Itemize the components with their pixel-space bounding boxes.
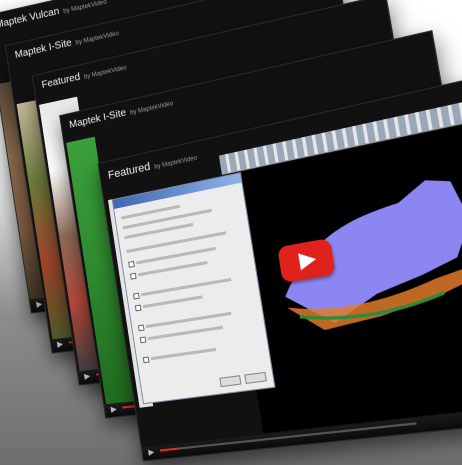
play-icon[interactable] [56,341,64,348]
play-icon[interactable] [36,301,43,308]
play-icon[interactable] [83,373,91,380]
play-icon[interactable] [110,406,118,413]
video-stack: Maptek Vulcan by MaptekVideo Maptek I-Sit… [0,0,462,465]
play-icon[interactable] [148,449,155,456]
